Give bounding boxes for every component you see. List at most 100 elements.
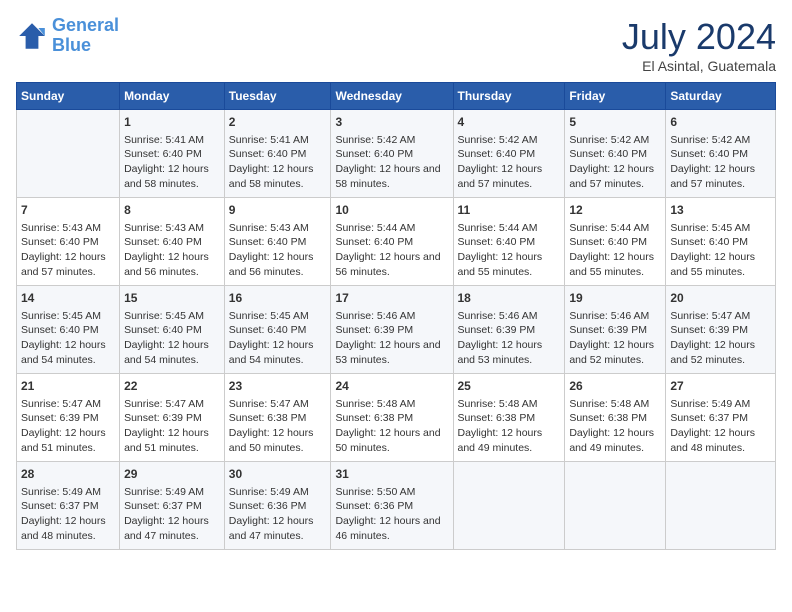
day-number: 2 [229, 114, 327, 131]
day-number: 3 [335, 114, 448, 131]
day-info: Sunrise: 5:43 AM Sunset: 6:40 PM Dayligh… [124, 221, 220, 280]
day-number: 28 [21, 466, 115, 483]
day-number: 31 [335, 466, 448, 483]
day-info: Sunrise: 5:44 AM Sunset: 6:40 PM Dayligh… [335, 221, 448, 280]
day-cell: 1 Sunrise: 5:41 AM Sunset: 6:40 PM Daylig… [120, 110, 225, 198]
day-info: Sunrise: 5:44 AM Sunset: 6:40 PM Dayligh… [569, 221, 661, 280]
day-number: 7 [21, 202, 115, 219]
col-header-saturday: Saturday [666, 83, 776, 110]
day-cell: 4 Sunrise: 5:42 AM Sunset: 6:40 PM Daylig… [453, 110, 565, 198]
week-row-1: 1 Sunrise: 5:41 AM Sunset: 6:40 PM Daylig… [17, 110, 776, 198]
day-info: Sunrise: 5:47 AM Sunset: 6:39 PM Dayligh… [124, 397, 220, 456]
day-number: 23 [229, 378, 327, 395]
col-header-monday: Monday [120, 83, 225, 110]
day-info: Sunrise: 5:49 AM Sunset: 6:37 PM Dayligh… [670, 397, 771, 456]
day-cell: 13 Sunrise: 5:45 AM Sunset: 6:40 PM Dayli… [666, 198, 776, 286]
day-info: Sunrise: 5:43 AM Sunset: 6:40 PM Dayligh… [21, 221, 115, 280]
col-header-wednesday: Wednesday [331, 83, 453, 110]
day-info: Sunrise: 5:49 AM Sunset: 6:37 PM Dayligh… [124, 485, 220, 544]
logo-icon [16, 20, 48, 52]
logo-text: General Blue [52, 16, 119, 56]
day-cell: 26 Sunrise: 5:48 AM Sunset: 6:38 PM Dayli… [565, 374, 666, 462]
day-number: 4 [458, 114, 561, 131]
day-number: 16 [229, 290, 327, 307]
day-info: Sunrise: 5:45 AM Sunset: 6:40 PM Dayligh… [21, 309, 115, 368]
day-number: 15 [124, 290, 220, 307]
day-cell: 9Sunrise: 5:43 AM Sunset: 6:40 PM Daylig… [224, 198, 331, 286]
day-number: 17 [335, 290, 448, 307]
day-info: Sunrise: 5:41 AM Sunset: 6:40 PM Dayligh… [124, 133, 220, 192]
day-info: Sunrise: 5:42 AM Sunset: 6:40 PM Dayligh… [458, 133, 561, 192]
day-number: 8 [124, 202, 220, 219]
calendar-table: SundayMondayTuesdayWednesdayThursdayFrid… [16, 82, 776, 550]
day-cell: 16Sunrise: 5:45 AM Sunset: 6:40 PM Dayli… [224, 286, 331, 374]
day-cell: 27 Sunrise: 5:49 AM Sunset: 6:37 PM Dayli… [666, 374, 776, 462]
day-info: Sunrise: 5:41 AM Sunset: 6:40 PM Dayligh… [229, 133, 327, 192]
day-number: 10 [335, 202, 448, 219]
day-cell: 31 Sunrise: 5:50 AM Sunset: 6:36 PM Dayli… [331, 462, 453, 550]
col-header-sunday: Sunday [17, 83, 120, 110]
day-cell: 30 Sunrise: 5:49 AM Sunset: 6:36 PM Dayli… [224, 462, 331, 550]
day-number: 22 [124, 378, 220, 395]
day-cell: 12 Sunrise: 5:44 AM Sunset: 6:40 PM Dayli… [565, 198, 666, 286]
day-info: Sunrise: 5:49 AM Sunset: 6:37 PM Dayligh… [21, 485, 115, 544]
day-info: Sunrise: 5:46 AM Sunset: 6:39 PM Dayligh… [569, 309, 661, 368]
day-number: 26 [569, 378, 661, 395]
col-header-tuesday: Tuesday [224, 83, 331, 110]
month-title: July 2024 [622, 16, 776, 58]
day-info: Sunrise: 5:45 AM Sunset: 6:40 PM Dayligh… [124, 309, 220, 368]
day-info: Sunrise: 5:44 AM Sunset: 6:40 PM Dayligh… [458, 221, 561, 280]
day-number: 14 [21, 290, 115, 307]
day-info: Sunrise: 5:48 AM Sunset: 6:38 PM Dayligh… [569, 397, 661, 456]
day-number: 5 [569, 114, 661, 131]
day-number: 20 [670, 290, 771, 307]
day-info: Sunrise: 5:50 AM Sunset: 6:36 PM Dayligh… [335, 485, 448, 544]
week-row-4: 21 Sunrise: 5:47 AM Sunset: 6:39 PM Dayli… [17, 374, 776, 462]
day-number: 12 [569, 202, 661, 219]
day-number: 6 [670, 114, 771, 131]
day-cell: 28 Sunrise: 5:49 AM Sunset: 6:37 PM Dayli… [17, 462, 120, 550]
day-cell [666, 462, 776, 550]
day-number: 1 [124, 114, 220, 131]
day-number: 29 [124, 466, 220, 483]
day-cell [453, 462, 565, 550]
day-info: Sunrise: 5:42 AM Sunset: 6:40 PM Dayligh… [670, 133, 771, 192]
day-info: Sunrise: 5:46 AM Sunset: 6:39 PM Dayligh… [458, 309, 561, 368]
day-number: 30 [229, 466, 327, 483]
day-cell: 21 Sunrise: 5:47 AM Sunset: 6:39 PM Dayli… [17, 374, 120, 462]
day-info: Sunrise: 5:47 AM Sunset: 6:38 PM Dayligh… [229, 397, 327, 456]
day-cell: 11 Sunrise: 5:44 AM Sunset: 6:40 PM Dayli… [453, 198, 565, 286]
day-cell: 20 Sunrise: 5:47 AM Sunset: 6:39 PM Dayli… [666, 286, 776, 374]
day-number: 18 [458, 290, 561, 307]
day-cell: 24 Sunrise: 5:48 AM Sunset: 6:38 PM Dayli… [331, 374, 453, 462]
day-number: 13 [670, 202, 771, 219]
col-header-friday: Friday [565, 83, 666, 110]
day-info: Sunrise: 5:45 AM Sunset: 6:40 PM Dayligh… [670, 221, 771, 280]
day-cell: 22 Sunrise: 5:47 AM Sunset: 6:39 PM Dayli… [120, 374, 225, 462]
day-number: 25 [458, 378, 561, 395]
day-cell: 6 Sunrise: 5:42 AM Sunset: 6:40 PM Daylig… [666, 110, 776, 198]
day-number: 21 [21, 378, 115, 395]
day-info: Sunrise: 5:42 AM Sunset: 6:40 PM Dayligh… [569, 133, 661, 192]
day-cell [565, 462, 666, 550]
week-row-5: 28 Sunrise: 5:49 AM Sunset: 6:37 PM Dayli… [17, 462, 776, 550]
day-number: 11 [458, 202, 561, 219]
day-number: 24 [335, 378, 448, 395]
day-number: 27 [670, 378, 771, 395]
title-block: July 2024 El Asintal, Guatemala [622, 16, 776, 74]
page-header: General Blue July 2024 El Asintal, Guate… [16, 16, 776, 74]
day-cell: 17 Sunrise: 5:46 AM Sunset: 6:39 PM Dayli… [331, 286, 453, 374]
day-info: Sunrise: 5:49 AM Sunset: 6:36 PM Dayligh… [229, 485, 327, 544]
day-number: 19 [569, 290, 661, 307]
day-cell: 29 Sunrise: 5:49 AM Sunset: 6:37 PM Dayli… [120, 462, 225, 550]
day-cell: 8 Sunrise: 5:43 AM Sunset: 6:40 PM Daylig… [120, 198, 225, 286]
day-cell: 14 Sunrise: 5:45 AM Sunset: 6:40 PM Dayli… [17, 286, 120, 374]
day-info: Sunrise: 5:46 AM Sunset: 6:39 PM Dayligh… [335, 309, 448, 368]
location: El Asintal, Guatemala [622, 58, 776, 74]
day-info: Sunrise: 5:47 AM Sunset: 6:39 PM Dayligh… [21, 397, 115, 456]
day-info: Sunrise: 5:47 AM Sunset: 6:39 PM Dayligh… [670, 309, 771, 368]
week-row-2: 7 Sunrise: 5:43 AM Sunset: 6:40 PM Daylig… [17, 198, 776, 286]
day-info: Sunrise: 5:48 AM Sunset: 6:38 PM Dayligh… [335, 397, 448, 456]
day-number: 9 [229, 202, 327, 219]
day-info: Sunrise: 5:48 AM Sunset: 6:38 PM Dayligh… [458, 397, 561, 456]
